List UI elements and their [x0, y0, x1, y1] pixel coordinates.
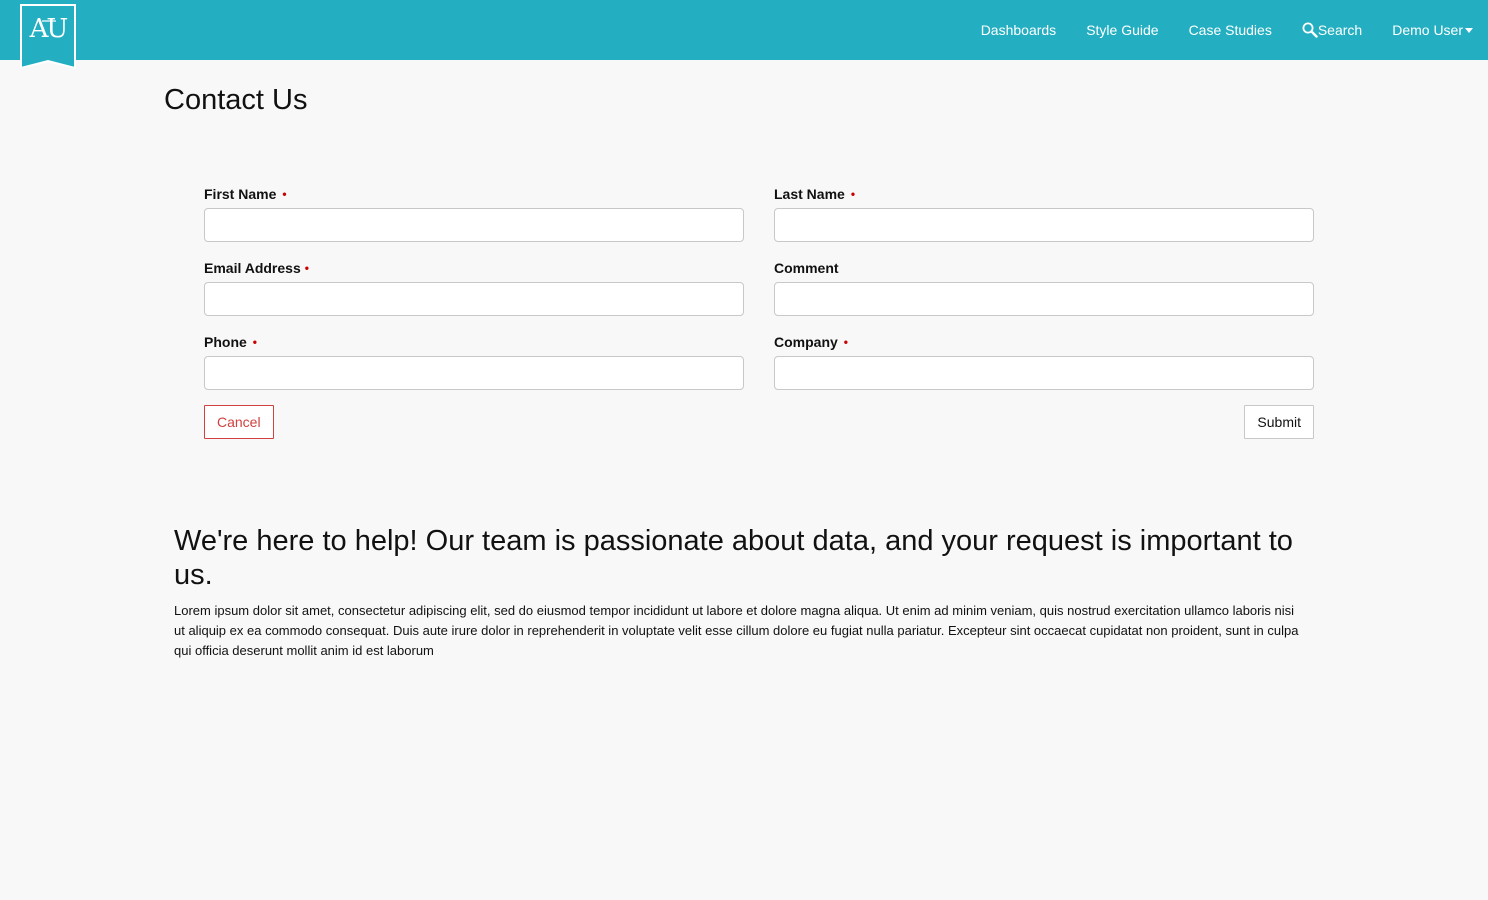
company-label-text: Company [774, 334, 838, 350]
last-name-input[interactable] [774, 208, 1314, 242]
cancel-button[interactable]: Cancel [204, 405, 274, 439]
required-indicator: • [282, 187, 286, 201]
comment-input[interactable] [774, 282, 1314, 316]
nav-search-label: Search [1318, 22, 1362, 38]
first-name-label: First Name • [204, 184, 744, 204]
main-nav: Dashboards Style Guide Case Studies Sear… [951, 0, 1473, 60]
help-body-text: Lorem ipsum dolor sit amet, consectetur … [174, 601, 1304, 661]
last-name-label: Last Name • [774, 184, 1314, 204]
required-indicator: • [844, 335, 848, 349]
nav-style-guide[interactable]: Style Guide [1086, 22, 1158, 38]
nav-case-studies[interactable]: Case Studies [1189, 22, 1272, 38]
phone-field-group: Phone • [204, 332, 744, 352]
required-indicator: • [851, 187, 855, 201]
company-input[interactable] [774, 356, 1314, 390]
last-name-label-text: Last Name [774, 186, 845, 202]
email-field-group: Email Address • [204, 258, 744, 278]
user-menu-toggle[interactable]: Demo User [1392, 22, 1473, 38]
company-field-group: Company • [774, 332, 1314, 352]
page-title: Contact Us [164, 84, 307, 117]
logo-text: AU [22, 14, 74, 44]
user-name-label: Demo User [1392, 22, 1463, 38]
email-label: Email Address • [204, 258, 744, 278]
first-name-label-text: First Name [204, 186, 276, 202]
au-logo-icon[interactable]: AU [20, 4, 76, 69]
required-indicator: • [305, 261, 309, 275]
submit-button[interactable]: Submit [1244, 405, 1314, 439]
comment-field-group: Comment [774, 258, 1314, 278]
first-name-field-group: First Name • [204, 184, 744, 204]
email-label-text: Email Address [204, 260, 301, 276]
search-icon [1302, 22, 1318, 38]
phone-label: Phone • [204, 332, 744, 352]
caret-down-icon [1465, 28, 1473, 33]
comment-label: Comment [774, 258, 1314, 278]
nav-dashboards[interactable]: Dashboards [981, 22, 1057, 38]
help-heading: We're here to help! Our team is passiona… [174, 524, 1319, 592]
phone-label-text: Phone [204, 334, 247, 350]
required-indicator: • [253, 335, 257, 349]
email-input[interactable] [204, 282, 744, 316]
top-navbar: AU Dashboards Style Guide Case Studies S… [0, 0, 1488, 60]
first-name-input[interactable] [204, 208, 744, 242]
nav-search[interactable]: Search [1302, 22, 1362, 38]
last-name-field-group: Last Name • [774, 184, 1314, 204]
phone-input[interactable] [204, 356, 744, 390]
company-label: Company • [774, 332, 1314, 352]
